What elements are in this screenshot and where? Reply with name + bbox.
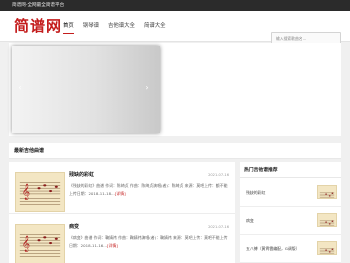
main-nav: 首页 钢琴谱 吉他谱大全 简谱大全 (63, 22, 175, 34)
banner-slide[interactable] (12, 46, 160, 133)
hot-section-title: 热门吉他谱推荐 (244, 168, 278, 173)
latest-section-header: 最新吉他曲谱 (9, 143, 341, 159)
sheet-music-thumbnail[interactable] (317, 213, 337, 227)
hot-item-label[interactable]: 病变 (246, 218, 254, 224)
hot-item[interactable]: 病变 (240, 207, 341, 235)
nav-item-home[interactable]: 首页 (63, 22, 74, 34)
article-more-link[interactable]: [详情] (107, 243, 118, 248)
nav-item-jianpu[interactable]: 简谱大全 (144, 22, 166, 34)
hot-recommend-panel: 热门吉他谱推荐 残缺的彩虹 病变 五八搏（黄霄雲编配，G调版） (240, 162, 341, 263)
article-more-link[interactable]: [详情] (115, 191, 126, 196)
sheet-music-thumbnail[interactable]: 𝄞 (15, 224, 65, 263)
article-summary: 《病变》曲谱 作词：鞠婧祎 作曲：鞠婧祎演唱(者)：鞠婧祎 来源：莫吧上传：莫吧… (69, 234, 229, 249)
slider-next-button[interactable]: › (144, 84, 150, 92)
article-date: 2021-07-16 (208, 173, 229, 177)
svg-text:𝄞: 𝄞 (22, 184, 31, 200)
list-item: 𝄞 残缺的彩虹 2021-07-16 《残缺的彩虹》曲谱 作词：陈绮贞 作曲：陈… (9, 162, 235, 214)
hot-item-label[interactable]: 残缺的彩虹 (246, 190, 265, 196)
list-item: 𝄞 病变 2021-07-16 《病变》曲谱 作词：鞠婧祎 作曲：鞠婧祎演唱(者… (9, 214, 235, 263)
latest-article-list: 𝄞 残缺的彩虹 2021-07-16 《残缺的彩虹》曲谱 作词：陈绮贞 作曲：陈… (9, 162, 235, 263)
search-input[interactable] (272, 33, 330, 43)
nav-item-guitar[interactable]: 吉他谱大全 (108, 22, 135, 34)
article-summary-text: 《残缺的彩虹》曲谱 作词：陈绮贞 作曲：陈绮贞演唱(者)：陈绮贞 来源：莫吧上传… (69, 183, 228, 196)
search-icon[interactable] (331, 35, 338, 50)
site-header: 简谱网 首页 钢琴谱 吉他谱大全 简谱大全 (0, 11, 350, 50)
svg-text:𝄞: 𝄞 (22, 236, 31, 252)
site-slogan: 简谱网-全网最全简谱平台 (12, 3, 65, 8)
banner-slider: ‹ › (9, 43, 341, 136)
hot-item[interactable]: 五八搏（黄霄雲编配，G调版） (240, 235, 341, 263)
site-logo[interactable]: 简谱网 (14, 17, 62, 35)
hot-item[interactable]: 残缺的彩虹 (240, 179, 341, 207)
article-summary-text: 《病变》曲谱 作词：鞠婧祎 作曲：鞠婧祎演唱(者)：鞠婧祎 来源：莫吧上传：莫吧… (69, 235, 228, 248)
article-title[interactable]: 病变 (69, 224, 79, 231)
article-title[interactable]: 残缺的彩虹 (69, 172, 94, 179)
article-date: 2021-07-16 (208, 225, 229, 229)
hot-item-label[interactable]: 五八搏（黄霄雲编配，G调版） (246, 246, 300, 252)
latest-section-title: 最新吉他曲谱 (14, 148, 45, 154)
sheet-music-thumbnail[interactable] (317, 241, 337, 255)
top-bar: 简谱网-全网最全简谱平台 (0, 0, 350, 11)
sheet-music-thumbnail[interactable] (317, 185, 337, 199)
article-summary: 《残缺的彩虹》曲谱 作词：陈绮贞 作曲：陈绮贞演唱(者)：陈绮贞 来源：莫吧上传… (69, 182, 229, 197)
slider-prev-button[interactable]: ‹ (17, 84, 23, 92)
nav-item-piano[interactable]: 钢琴谱 (83, 22, 99, 34)
sheet-music-thumbnail[interactable]: 𝄞 (15, 172, 65, 212)
hot-section-header: 热门吉他谱推荐 (240, 162, 341, 178)
